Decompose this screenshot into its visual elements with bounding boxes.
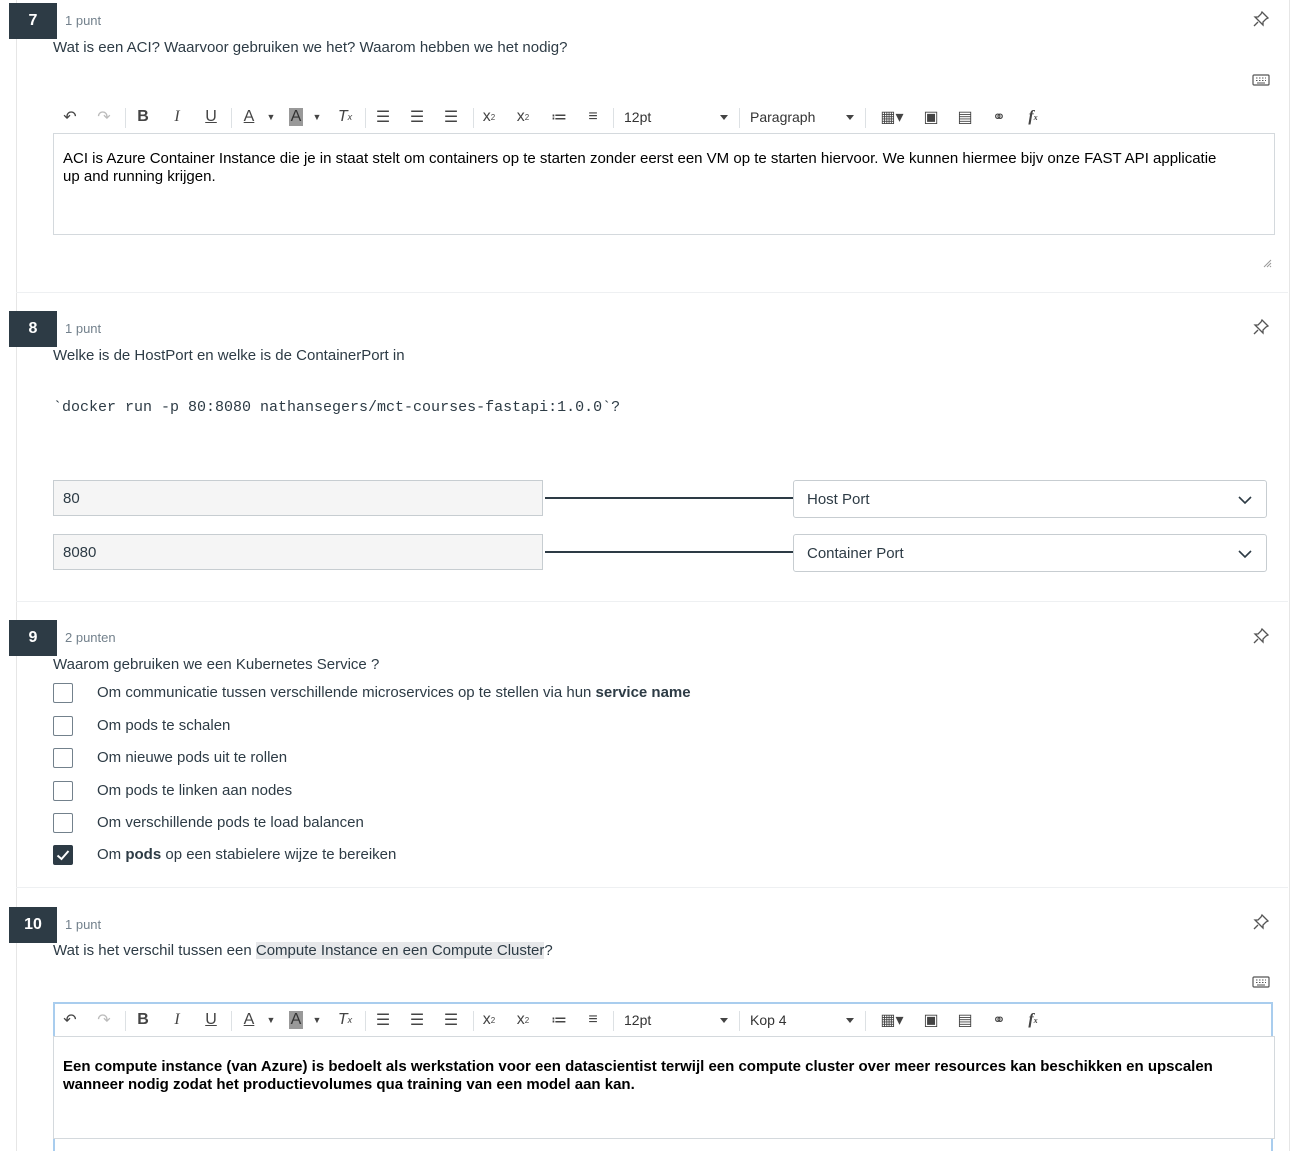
italic-icon[interactable]: I bbox=[165, 1003, 189, 1037]
align-right-icon[interactable]: ☰ bbox=[439, 100, 463, 134]
clear-format-icon[interactable]: Tx bbox=[333, 1003, 357, 1037]
question-number: 9 bbox=[9, 620, 57, 656]
chevron-down-icon bbox=[1238, 550, 1252, 559]
align-center-icon[interactable]: ☰ bbox=[405, 100, 429, 134]
checkbox[interactable] bbox=[53, 781, 73, 801]
match-select-container[interactable]: Container Port bbox=[793, 534, 1267, 572]
subscript-icon[interactable]: x2 bbox=[511, 1003, 535, 1037]
option-label: Om pods te schalen bbox=[97, 717, 231, 734]
question-number: 10 bbox=[9, 907, 57, 943]
answer-text: ACI is Azure Container Instance die je i… bbox=[63, 150, 1217, 185]
undo-icon[interactable]: ↶ bbox=[58, 100, 82, 134]
equation-icon[interactable]: fx bbox=[1021, 100, 1045, 134]
pin-icon[interactable] bbox=[1252, 318, 1270, 336]
checkbox[interactable] bbox=[53, 683, 73, 703]
answer-editor[interactable]: Een compute instance (van Azure) is bedo… bbox=[53, 1036, 1275, 1139]
question-number: 7 bbox=[9, 3, 57, 39]
media-icon[interactable]: ▤ bbox=[953, 1003, 977, 1037]
numbered-list-icon[interactable]: ≡ bbox=[581, 100, 605, 134]
question-divider bbox=[16, 887, 1288, 888]
align-left-icon[interactable]: ☰ bbox=[371, 1003, 395, 1037]
question-divider bbox=[16, 601, 1288, 602]
pin-icon[interactable] bbox=[1252, 627, 1270, 645]
chevron-down-icon[interactable]: ▼ bbox=[263, 1003, 279, 1037]
answer-text: Een compute instance (van Azure) is bedo… bbox=[63, 1058, 1213, 1093]
question-text: Welke is de HostPort en welke is de Cont… bbox=[53, 347, 405, 364]
highlight-color-icon[interactable]: A bbox=[284, 100, 308, 134]
match-select-host[interactable]: Host Port bbox=[793, 480, 1267, 518]
option-label: Om verschillende pods te load balancen bbox=[97, 814, 364, 831]
chevron-down-icon[interactable]: ▼ bbox=[263, 100, 279, 134]
text-color-icon[interactable]: A bbox=[237, 100, 261, 134]
match-connector bbox=[545, 551, 793, 553]
match-left-item: 8080 bbox=[53, 534, 543, 570]
align-left-icon[interactable]: ☰ bbox=[371, 100, 395, 134]
editor-toolbar: ↶ ↷ B I U A ▼ A ▼ Tx ☰ ☰ ☰ x2 x2 ≔ ≡ 12p… bbox=[53, 100, 1275, 134]
option-label: Om nieuwe pods uit te rollen bbox=[97, 749, 288, 766]
redo-icon[interactable]: ↷ bbox=[92, 100, 116, 134]
highlight-color-icon[interactable]: A bbox=[284, 1003, 308, 1037]
answer-editor[interactable]: ACI is Azure Container Instance die je i… bbox=[53, 133, 1275, 235]
numbered-list-icon[interactable]: ≡ bbox=[581, 1003, 605, 1037]
image-icon[interactable]: ▣ bbox=[919, 1003, 943, 1037]
table-icon[interactable]: ▦▾ bbox=[875, 1003, 909, 1037]
question-text: Waarom gebruiken we een Kubernetes Servi… bbox=[53, 656, 380, 673]
italic-icon[interactable]: I bbox=[165, 100, 189, 134]
undo-icon[interactable]: ↶ bbox=[58, 1003, 82, 1037]
block-format-select[interactable]: Paragraph bbox=[750, 100, 854, 134]
checkbox[interactable] bbox=[53, 716, 73, 736]
font-size-select[interactable]: 12pt bbox=[624, 1003, 728, 1037]
image-icon[interactable]: ▣ bbox=[919, 100, 943, 134]
checkmark-icon bbox=[56, 850, 70, 861]
question-number: 8 bbox=[9, 311, 57, 347]
bold-icon[interactable]: B bbox=[131, 100, 155, 134]
pin-icon[interactable] bbox=[1252, 913, 1270, 931]
align-right-icon[interactable]: ☰ bbox=[439, 1003, 463, 1037]
link-icon[interactable]: ⚭ bbox=[987, 1003, 1011, 1037]
media-icon[interactable]: ▤ bbox=[953, 100, 977, 134]
underline-icon[interactable]: U bbox=[199, 1003, 223, 1037]
question-points: 1 punt bbox=[65, 13, 102, 28]
resize-handle-icon[interactable] bbox=[1262, 258, 1272, 268]
bullet-list-icon[interactable]: ≔ bbox=[547, 1003, 571, 1037]
question-points: 1 punt bbox=[65, 917, 102, 932]
match-left-item: 80 bbox=[53, 480, 543, 516]
text-color-icon[interactable]: A bbox=[237, 1003, 261, 1037]
option-label: Om pods te linken aan nodes bbox=[97, 782, 293, 799]
option-label: Om communicatie tussen verschillende mic… bbox=[97, 684, 691, 701]
underline-icon[interactable]: U bbox=[199, 100, 223, 134]
bold-icon[interactable]: B bbox=[131, 1003, 155, 1037]
checkbox[interactable] bbox=[53, 813, 73, 833]
align-center-icon[interactable]: ☰ bbox=[405, 1003, 429, 1037]
checkbox[interactable] bbox=[53, 748, 73, 768]
match-connector bbox=[545, 497, 793, 499]
superscript-icon[interactable]: x2 bbox=[477, 100, 501, 134]
option-label: Om pods op een stabielere wijze te berei… bbox=[97, 846, 397, 863]
keyboard-icon[interactable] bbox=[1252, 73, 1270, 87]
editor-toolbar: ↶ ↷ B I U A ▼ A ▼ Tx ☰ ☰ ☰ x2 x2 ≔ ≡ 12p… bbox=[53, 1003, 1275, 1037]
question-points: 2 punten bbox=[65, 630, 116, 645]
pin-icon[interactable] bbox=[1252, 10, 1270, 28]
subscript-icon[interactable]: x2 bbox=[511, 100, 535, 134]
redo-icon[interactable]: ↷ bbox=[92, 1003, 116, 1037]
font-size-select[interactable]: 12pt bbox=[624, 100, 728, 134]
question-code: `docker run -p 80:8080 nathansegers/mct-… bbox=[53, 399, 621, 416]
question-text: Wat is een ACI? Waarvoor gebruiken we he… bbox=[53, 39, 568, 56]
checkbox-checked[interactable] bbox=[53, 845, 73, 865]
chevron-down-icon bbox=[1238, 496, 1252, 505]
keyboard-icon[interactable] bbox=[1252, 975, 1270, 989]
equation-icon[interactable]: fx bbox=[1021, 1003, 1045, 1037]
link-icon[interactable]: ⚭ bbox=[987, 100, 1011, 134]
chevron-down-icon[interactable]: ▼ bbox=[309, 1003, 325, 1037]
chevron-down-icon[interactable]: ▼ bbox=[309, 100, 325, 134]
superscript-icon[interactable]: x2 bbox=[477, 1003, 501, 1037]
question-text: Wat is het verschil tussen een Compute I… bbox=[53, 942, 553, 959]
table-icon[interactable]: ▦▾ bbox=[875, 100, 909, 134]
block-format-select[interactable]: Kop 4 bbox=[750, 1003, 854, 1037]
question-divider bbox=[16, 292, 1288, 293]
clear-format-icon[interactable]: Tx bbox=[333, 100, 357, 134]
question-points: 1 punt bbox=[65, 321, 102, 336]
bullet-list-icon[interactable]: ≔ bbox=[547, 100, 571, 134]
